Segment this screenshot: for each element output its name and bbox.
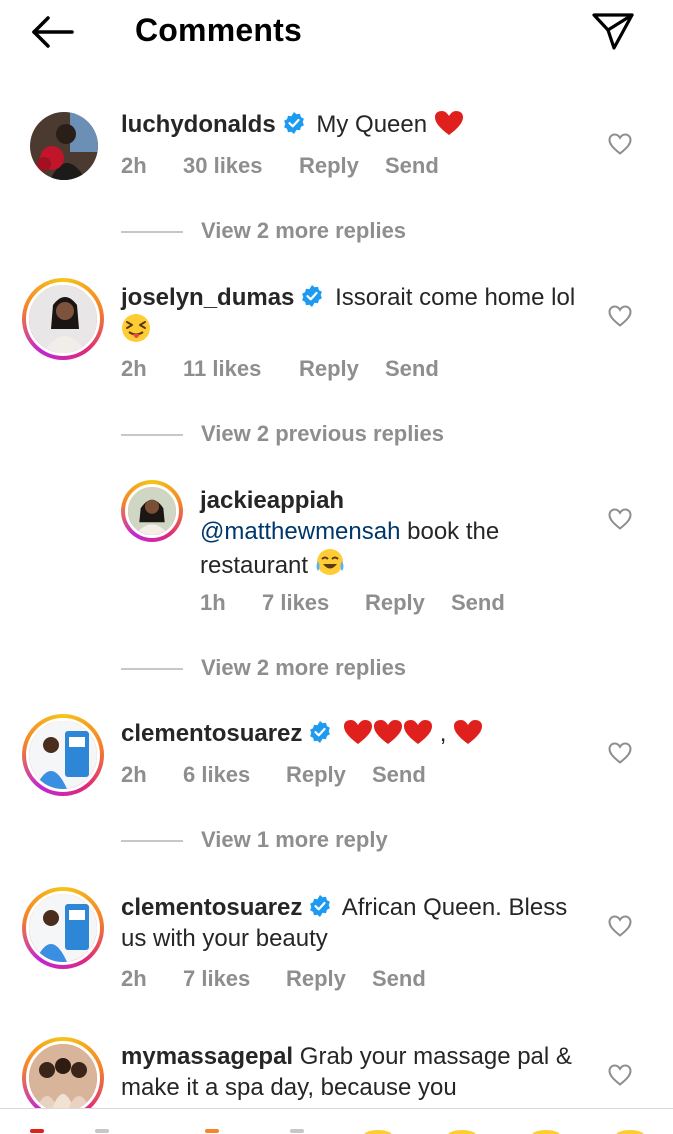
emoji-quick-bar (0, 1108, 673, 1134)
avatar[interactable] (121, 480, 183, 542)
red-heart-emoji (434, 111, 463, 135)
comment-username[interactable]: luchydonalds (121, 111, 276, 138)
comment-username[interactable]: mymassagepal (121, 1043, 293, 1070)
like-heart-icon[interactable] (608, 1064, 632, 1086)
view-replies-label[interactable]: View 2 previous replies (201, 421, 444, 446)
divider-line (121, 668, 183, 671)
divider-line (121, 840, 183, 843)
like-heart-icon[interactable] (608, 305, 632, 327)
page-title: Comments (135, 12, 302, 48)
avatar[interactable] (30, 112, 98, 180)
comment-body: Issorait come home lol (335, 284, 576, 311)
reply-likes[interactable]: 7 likes (262, 590, 365, 616)
reply-button[interactable]: Reply (286, 762, 372, 788)
comment-likes[interactable]: 30 likes (183, 153, 299, 179)
comment-username[interactable]: clementosuarez (121, 894, 302, 921)
view-more-replies[interactable]: View 1 more reply (121, 827, 388, 853)
header: Comments (0, 0, 673, 64)
comment-username[interactable]: joselyn_dumas (121, 284, 294, 311)
comment-likes[interactable]: 7 likes (183, 966, 286, 992)
verified-badge-icon (310, 895, 331, 917)
verified-badge-icon (283, 112, 304, 134)
back-arrow-icon[interactable] (28, 14, 76, 50)
like-heart-icon[interactable] (608, 742, 632, 764)
reply-button[interactable]: Reply (299, 153, 385, 179)
view-replies-label[interactable]: View 1 more reply (201, 827, 388, 852)
send-button[interactable]: Send (372, 762, 426, 788)
comment-text: clementosuarez , (121, 718, 591, 749)
reply-button[interactable]: Reply (286, 966, 372, 992)
comment-text: mymassagepal Grab your massage pal & mak… (121, 1041, 591, 1108)
avatar[interactable] (22, 887, 104, 969)
avatar[interactable] (22, 278, 104, 360)
view-more-replies[interactable]: View 2 more replies (121, 218, 406, 244)
emoji-row-icons[interactable] (0, 1109, 673, 1134)
red-heart-emoji (344, 720, 373, 744)
comment-meta: 2h 7 likes Reply Send (121, 966, 426, 992)
comment-username[interactable]: clementosuarez (121, 720, 302, 747)
send-button[interactable]: Send (385, 153, 439, 179)
comment-text: joselyn_dumas Issorait come home lol (121, 282, 591, 347)
comment-meta: 2h 6 likes Reply Send (121, 762, 426, 788)
tears-of-joy-emoji (316, 549, 344, 575)
reply-username[interactable]: jackieappiah (200, 487, 344, 514)
red-heart-emoji (404, 720, 433, 744)
verified-badge-icon (302, 285, 323, 307)
avatar[interactable] (22, 714, 104, 796)
comment-meta: 2h 30 likes Reply Send (121, 153, 439, 179)
send-button[interactable]: Send (451, 590, 505, 616)
avatar[interactable] (22, 1037, 104, 1119)
squinting-tongue-emoji (122, 314, 150, 342)
view-previous-replies[interactable]: View 2 previous replies (121, 421, 444, 447)
mention-link[interactable]: @matthewmensah (200, 518, 400, 545)
send-button[interactable]: Send (385, 356, 439, 382)
red-heart-emoji (454, 720, 483, 744)
comment-likes[interactable]: 11 likes (183, 356, 299, 382)
comment-text: clementosuarez African Queen. Bless us w… (121, 892, 591, 954)
reply-button[interactable]: Reply (299, 356, 385, 382)
comment-time: 2h (121, 356, 147, 381)
reply-text: jackieappiah @matthewmensah book the res… (200, 485, 590, 581)
view-more-replies[interactable]: View 2 more replies (121, 655, 406, 681)
comment-text: luchydonalds My Queen (121, 109, 591, 140)
like-heart-icon[interactable] (608, 133, 632, 155)
divider-line (121, 434, 183, 437)
comment-body: , (439, 720, 447, 747)
reply-time: 1h (200, 590, 226, 615)
reply-button[interactable]: Reply (365, 590, 451, 616)
comment-likes[interactable]: 6 likes (183, 762, 286, 788)
like-heart-icon[interactable] (608, 508, 632, 530)
comment-time: 2h (121, 153, 147, 178)
divider-line (121, 231, 183, 234)
comment-body: My Queen (316, 111, 428, 138)
like-heart-icon[interactable] (608, 915, 632, 937)
view-replies-label[interactable]: View 2 more replies (201, 655, 406, 680)
verified-badge-icon (310, 721, 331, 743)
comment-time: 2h (121, 762, 147, 787)
direct-send-icon[interactable] (590, 10, 636, 52)
comment-meta: 2h 11 likes Reply Send (121, 356, 439, 382)
send-button[interactable]: Send (372, 966, 426, 992)
view-replies-label[interactable]: View 2 more replies (201, 218, 406, 243)
red-heart-emoji (374, 720, 403, 744)
comment-time: 2h (121, 966, 147, 991)
reply-meta: 1h 7 likes Reply Send (200, 590, 505, 616)
